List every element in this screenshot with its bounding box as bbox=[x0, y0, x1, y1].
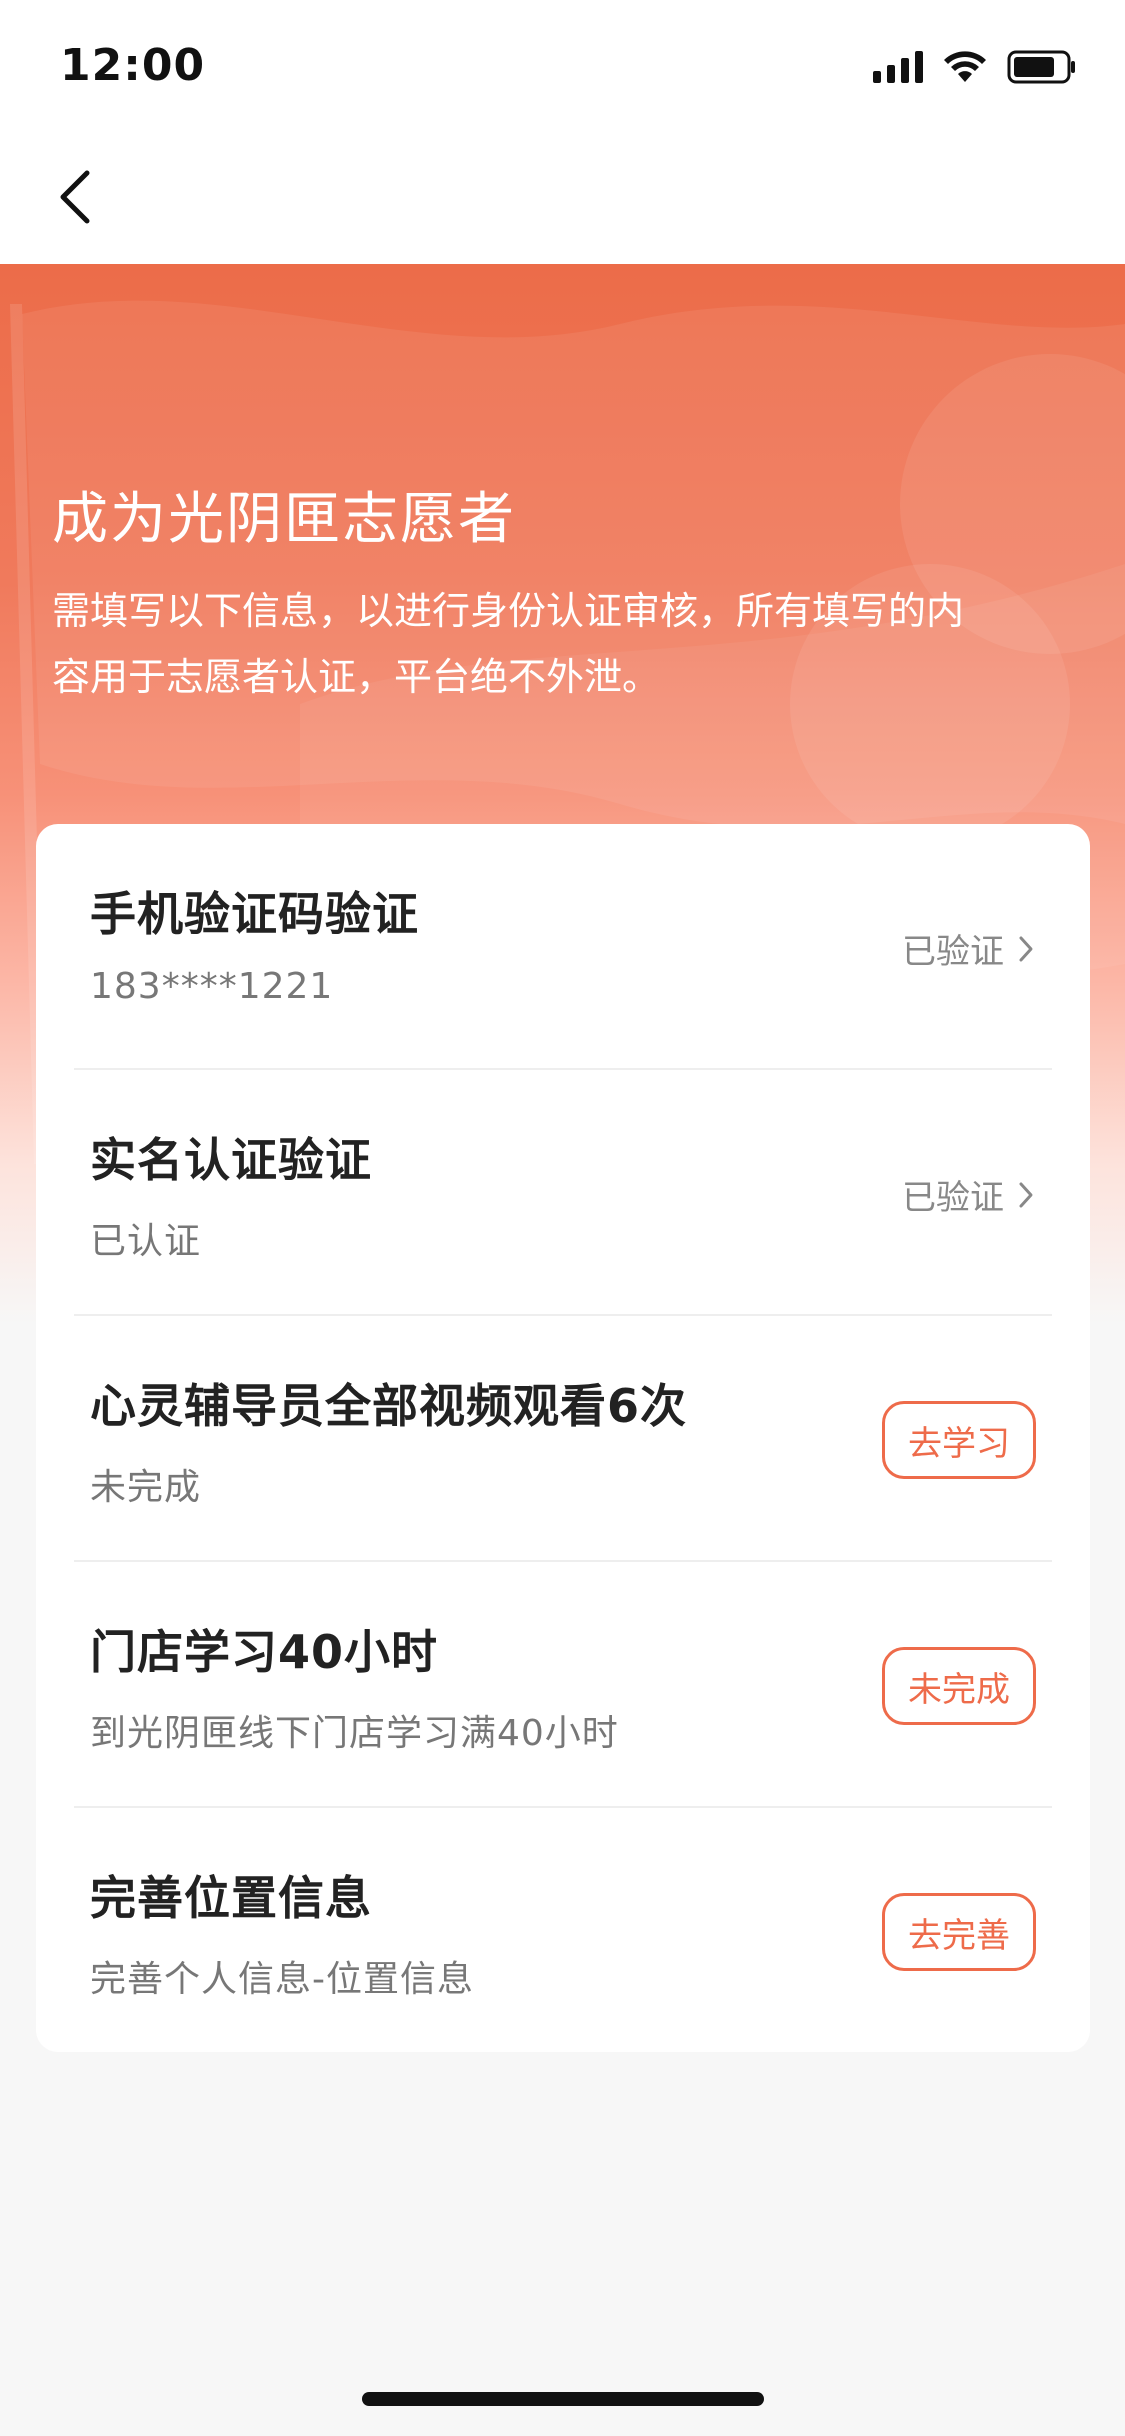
wifi-icon bbox=[944, 51, 986, 82]
go-complete-button[interactable]: 去完善 bbox=[882, 1893, 1036, 1971]
chevron-right-icon bbox=[1019, 936, 1033, 961]
list-item-real-name-verification[interactable]: 实名认证验证 已认证 已验证 bbox=[36, 1070, 1090, 1316]
list-item-store-study: 门店学习40小时 到光阴匣线下门店学习满40小时 未完成 bbox=[36, 1562, 1090, 1808]
status-label: 已验证 bbox=[902, 1178, 1004, 1218]
status-time: 12:00 bbox=[60, 40, 206, 91]
item-subtitle: 已认证 bbox=[90, 1221, 202, 1262]
item-title: 心灵辅导员全部视频观看6次 bbox=[90, 1379, 688, 1433]
status-bar: 12:00 bbox=[0, 0, 1125, 132]
chevron-right-icon bbox=[1019, 1182, 1033, 1207]
chevron-left-icon bbox=[60, 170, 90, 224]
cellular-signal-icon bbox=[873, 51, 923, 83]
list-item-video-watching: 心灵辅导员全部视频观看6次 未完成 去学习 bbox=[36, 1316, 1090, 1562]
item-title: 完善位置信息 bbox=[90, 1871, 372, 1925]
page-title: 成为光阴匣志愿者 bbox=[52, 487, 516, 552]
item-title: 手机验证码验证 bbox=[90, 887, 419, 941]
item-subtitle: 到光阴匣线下门店学习满40小时 bbox=[90, 1713, 619, 1754]
status-label: 已验证 bbox=[902, 932, 1004, 972]
list-item-location-info: 完善位置信息 完善个人信息-位置信息 去完善 bbox=[36, 1808, 1090, 2052]
page-description: 需填写以下信息，以进行身份认证审核，所有填写的内容用于志愿者认证，平台绝不外泄。 bbox=[52, 589, 965, 699]
home-indicator[interactable] bbox=[362, 2392, 764, 2406]
status-icons bbox=[873, 50, 1077, 84]
battery-icon bbox=[1007, 50, 1075, 84]
back-button[interactable] bbox=[40, 162, 110, 232]
go-study-button[interactable]: 去学习 bbox=[882, 1401, 1036, 1479]
nav-bar bbox=[0, 132, 1125, 264]
item-title: 实名认证验证 bbox=[90, 1133, 372, 1187]
list-item-phone-verification[interactable]: 手机验证码验证 183****1221 已验证 bbox=[36, 824, 1090, 1070]
incomplete-button[interactable]: 未完成 bbox=[882, 1647, 1036, 1725]
verified-status-link[interactable]: 已验证 bbox=[902, 924, 1034, 973]
item-subtitle: 未完成 bbox=[90, 1467, 202, 1508]
item-title: 门店学习40小时 bbox=[90, 1625, 439, 1679]
requirements-card: 手机验证码验证 183****1221 已验证 实名认证验证 已认证 已验证 心… bbox=[36, 824, 1090, 2052]
item-subtitle: 183****1221 bbox=[90, 966, 334, 1007]
item-subtitle: 完善个人信息-位置信息 bbox=[90, 1959, 474, 2000]
verified-status-link[interactable]: 已验证 bbox=[902, 1170, 1034, 1219]
